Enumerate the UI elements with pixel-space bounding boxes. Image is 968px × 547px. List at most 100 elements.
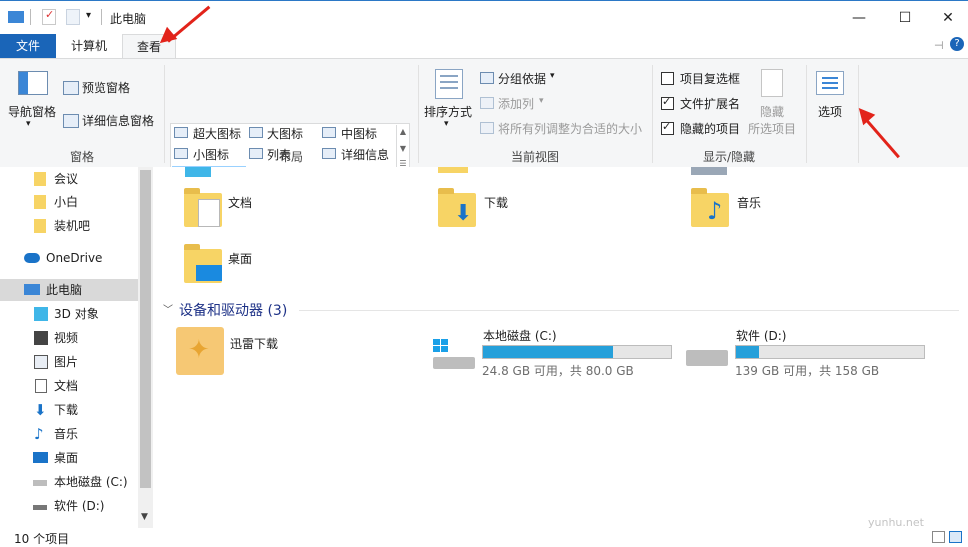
- nav-item-label: 此电脑: [46, 283, 83, 297]
- folder-documents[interactable]: 文档: [228, 194, 252, 211]
- cube-icon: [34, 307, 48, 321]
- quick-access-dropdown-icon[interactable]: ▾: [86, 10, 91, 21]
- hidden-items-label: 隐藏的项目: [680, 122, 741, 136]
- tab-computer[interactable]: 计算机: [60, 34, 118, 58]
- file-extensions-label: 文件扩展名: [680, 97, 741, 111]
- nav-item-label: 装机吧: [54, 219, 91, 233]
- hidden-items-checkbox[interactable]: [661, 120, 674, 135]
- download-arrow-icon: ⬇: [34, 401, 47, 419]
- item-count: 10 个项目: [14, 532, 70, 546]
- folder-icon: ⬇: [438, 188, 476, 227]
- minimize-button[interactable]: —: [836, 1, 882, 35]
- nav-item-documents[interactable]: 文档: [0, 375, 138, 397]
- nav-item-label: 桌面: [54, 451, 79, 465]
- folder-icon: [438, 167, 468, 173]
- chevron-down-icon: ▾: [550, 71, 555, 81]
- folder-icon: [34, 172, 46, 186]
- folder-icon: [691, 167, 727, 175]
- item-checkboxes-label: 项目复选框: [680, 72, 741, 86]
- drive-icon: [33, 505, 47, 510]
- nav-pane-button[interactable]: 导航窗格: [8, 103, 56, 120]
- device-software-d[interactable]: 软件 (D:): [736, 327, 786, 344]
- nav-item-label: 图片: [54, 355, 79, 369]
- cloud-icon: [24, 253, 40, 263]
- folder-music[interactable]: 音乐: [737, 194, 761, 211]
- folder-icon: [34, 195, 46, 209]
- nav-item-this-pc[interactable]: 此电脑: [0, 279, 138, 301]
- preview-pane-button[interactable]: 预览窗格: [82, 79, 130, 96]
- nav-item-label: 视频: [54, 331, 79, 345]
- nav-item-software-d[interactable]: 软件 (D:): [0, 495, 138, 517]
- layout-extra-large[interactable]: 超大图标: [193, 125, 241, 142]
- divider: [30, 9, 31, 25]
- hide-button[interactable]: 隐藏: [760, 103, 784, 120]
- maximize-button[interactable]: ☐: [882, 1, 928, 35]
- group-label-layout: 布局: [278, 150, 303, 164]
- nav-item-3d-objects[interactable]: 3D 对象: [0, 303, 138, 325]
- extra-large-icon: [174, 127, 188, 138]
- new-folder-icon[interactable]: [66, 9, 80, 25]
- nav-item-videos[interactable]: 视频: [0, 327, 138, 349]
- nav-item-desktop[interactable]: 桌面: [0, 447, 138, 469]
- folder-downloads[interactable]: 下载: [484, 194, 508, 211]
- nav-item-label: OneDrive: [46, 251, 103, 265]
- details-pane-button[interactable]: 详细信息窗格: [82, 112, 154, 129]
- nav-item-label: 软件 (D:): [54, 499, 105, 513]
- nav-item-meeting[interactable]: 会议: [0, 168, 138, 190]
- group-label-show-hide: 显示/隐藏: [702, 150, 756, 164]
- medium-icon: [322, 127, 336, 138]
- devices-group-header[interactable]: 设备和驱动器 (3): [179, 300, 287, 320]
- file-extensions-checkbox[interactable]: [661, 95, 674, 110]
- chevron-down-icon[interactable]: ﹀: [163, 301, 173, 316]
- device-local-disk-c[interactable]: 本地磁盘 (C:): [483, 327, 557, 344]
- properties-icon[interactable]: ✓: [42, 8, 56, 25]
- disk-d-free-space: 139 GB 可用，共 158 GB: [735, 364, 880, 378]
- desktop-icon: [33, 452, 48, 463]
- nav-item-pictures[interactable]: 图片: [0, 351, 138, 373]
- nav-item-xiaobai[interactable]: 小白: [0, 191, 138, 213]
- tiles-view-icon[interactable]: [949, 531, 962, 543]
- folder-desktop[interactable]: 桌面: [228, 250, 252, 267]
- nav-scrollbar-thumb[interactable]: [140, 170, 151, 488]
- nav-item-onedrive[interactable]: OneDrive: [0, 247, 138, 269]
- divider: [806, 65, 807, 163]
- options-button[interactable]: 选项: [818, 103, 842, 120]
- nav-item-label: 小白: [54, 195, 79, 209]
- nav-item-local-disk-c[interactable]: 本地磁盘 (C:): [0, 471, 138, 493]
- nav-item-label: 3D 对象: [54, 307, 99, 321]
- layout-large[interactable]: 大图标: [267, 125, 303, 142]
- music-note-icon: ♪: [34, 425, 44, 443]
- item-checkboxes-checkbox[interactable]: [661, 72, 674, 85]
- picture-icon: [34, 355, 48, 369]
- title-bar: ✓ ▾ 此电脑 — ☐ ✕: [0, 0, 968, 35]
- drive-icon: [686, 350, 728, 366]
- group-by-button[interactable]: 分组依据: [498, 70, 546, 87]
- layout-medium[interactable]: 中图标: [341, 125, 377, 142]
- tab-file[interactable]: 文件: [0, 34, 56, 58]
- fit-columns-button[interactable]: 将所有列调整为合适的大小: [498, 120, 642, 137]
- close-button[interactable]: ✕: [928, 1, 968, 35]
- disk-c-free-space: 24.8 GB 可用，共 80.0 GB: [482, 364, 634, 378]
- device-xunlei[interactable]: 迅雷下载: [230, 335, 278, 352]
- nav-item-zhuangjiba[interactable]: 装机吧: [0, 215, 138, 237]
- group-by-icon: [480, 72, 494, 84]
- hide-selected-icon: [761, 69, 783, 97]
- chevron-down-icon: ▾: [444, 119, 449, 129]
- folder-icon: ♪: [691, 188, 729, 227]
- cube-icon: [185, 167, 211, 177]
- pin-icon[interactable]: ⊣: [934, 39, 944, 52]
- fit-columns-icon: [480, 122, 494, 134]
- hide-selected-label: 所选项目: [748, 122, 797, 136]
- nav-item-music[interactable]: ♪ 音乐: [0, 423, 138, 445]
- details-view-icon[interactable]: [932, 531, 945, 543]
- nav-item-downloads[interactable]: ⬇ 下载: [0, 399, 138, 421]
- sort-button[interactable]: 排序方式: [424, 103, 472, 120]
- chevron-down-icon: ▾: [26, 119, 31, 129]
- nav-item-label: 音乐: [54, 427, 79, 441]
- help-icon[interactable]: ?: [950, 37, 964, 51]
- folder-icon: [184, 188, 222, 227]
- add-column-button[interactable]: 添加列: [498, 95, 534, 112]
- local-disk-icon: [433, 339, 475, 369]
- window-title: 此电脑: [110, 12, 147, 26]
- scroll-down-icon[interactable]: ▼: [141, 512, 148, 522]
